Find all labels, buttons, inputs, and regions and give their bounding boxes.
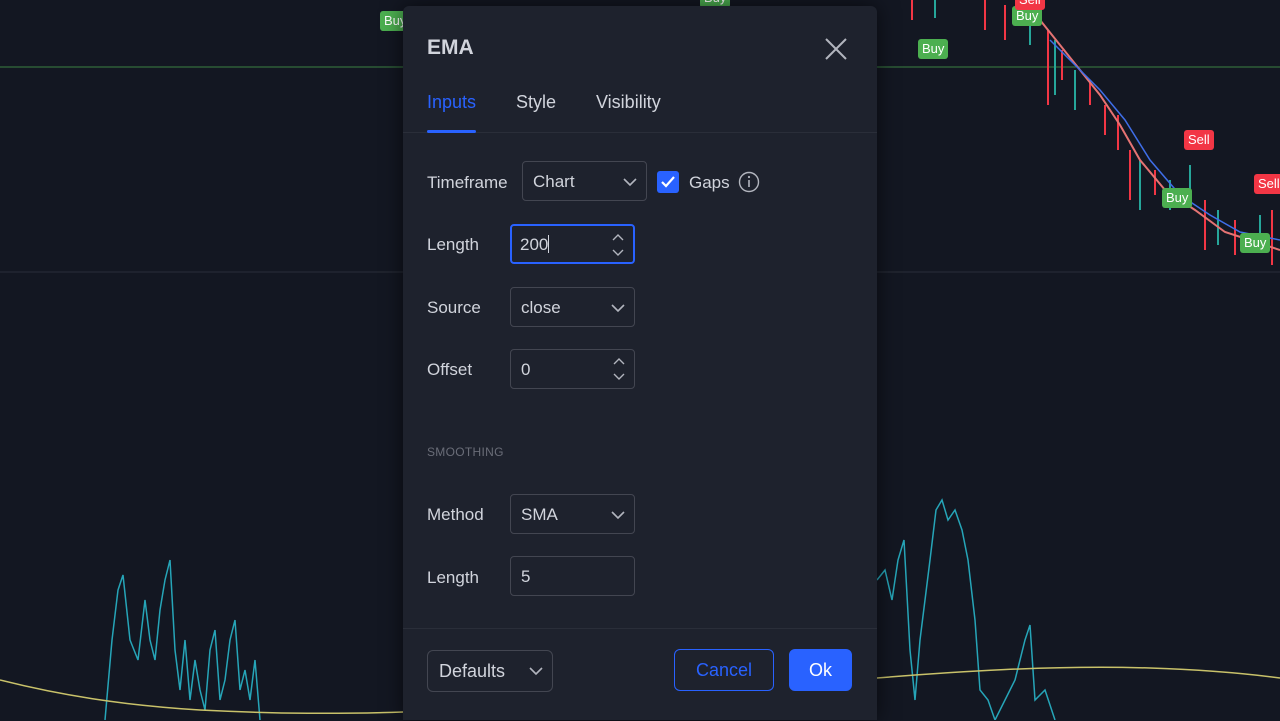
tab-style[interactable]: Style (516, 92, 556, 132)
tab-label: Inputs (427, 92, 477, 112)
smoothing-length-input[interactable]: 5 (510, 556, 635, 596)
chart-signal-sell: Sell (1254, 174, 1280, 194)
oscillator-left (104, 559, 261, 720)
length-value: 200 (520, 235, 550, 254)
dialog-title: EMA (427, 36, 474, 59)
oscillator-right (876, 498, 1056, 720)
smoothing-length-value: 5 (521, 567, 531, 586)
defaults-label: Defaults (439, 661, 506, 681)
timeframe-label: Timeframe (427, 173, 508, 192)
ok-label: Ok (808, 660, 832, 680)
chart-signal-buy: Buy (1240, 233, 1271, 253)
offset-label: Offset (427, 360, 473, 379)
chevron-down-icon (529, 667, 543, 676)
check-icon (661, 176, 675, 188)
method-select[interactable]: SMA (510, 494, 635, 534)
ok-button[interactable]: Ok (789, 649, 852, 691)
chart-signal-buy: Buy (1162, 188, 1193, 208)
source-value: close (521, 298, 561, 317)
method-value: SMA (521, 505, 558, 524)
chevron-down-icon (611, 511, 625, 520)
tab-bar: Inputs Style Visibility (403, 88, 877, 133)
source-select[interactable]: close (510, 287, 635, 327)
tab-label: Visibility (596, 92, 661, 112)
active-tab-indicator (427, 130, 477, 133)
candlesticks (911, 0, 1273, 265)
spinner-arrows-icon[interactable] (612, 356, 626, 382)
ma-line-red (1039, 19, 1280, 251)
spinner-arrows-icon[interactable] (611, 232, 625, 258)
signal-line-right (876, 666, 1280, 679)
cancel-label: Cancel (695, 660, 753, 680)
timeframe-value: Chart (533, 172, 575, 191)
text-cursor (548, 235, 550, 253)
info-icon[interactable] (738, 171, 760, 193)
cancel-button[interactable]: Cancel (674, 649, 774, 691)
gaps-checkbox[interactable] (657, 171, 679, 193)
chart-signal-sell: Sell (1184, 130, 1214, 150)
close-icon[interactable] (821, 34, 851, 64)
ma-line-blue (1049, 39, 1280, 241)
method-label: Method (427, 505, 484, 524)
chevron-down-icon (623, 178, 637, 187)
tab-label: Style (516, 92, 557, 112)
chart-signal-sell: Sell (1015, 0, 1045, 10)
tab-inputs[interactable]: Inputs (427, 92, 477, 133)
defaults-button[interactable]: Defaults (427, 650, 553, 692)
smoothing-length-label: Length (427, 568, 479, 587)
offset-value: 0 (521, 360, 531, 379)
length-label: Length (427, 235, 479, 254)
smoothing-section-title: SMOOTHING (427, 445, 504, 459)
indicator-settings-dialog: EMA Inputs Style Visibility Timeframe Ch… (403, 6, 877, 720)
gaps-label: Gaps (689, 173, 730, 192)
source-label: Source (427, 298, 481, 317)
tab-visibility[interactable]: Visibility (596, 92, 661, 132)
chart-signal-buy: Buy (918, 39, 949, 59)
timeframe-select[interactable]: Chart (522, 161, 647, 201)
chevron-down-icon (611, 304, 625, 313)
length-input[interactable]: 200 (510, 224, 635, 264)
offset-input[interactable]: 0 (510, 349, 635, 389)
